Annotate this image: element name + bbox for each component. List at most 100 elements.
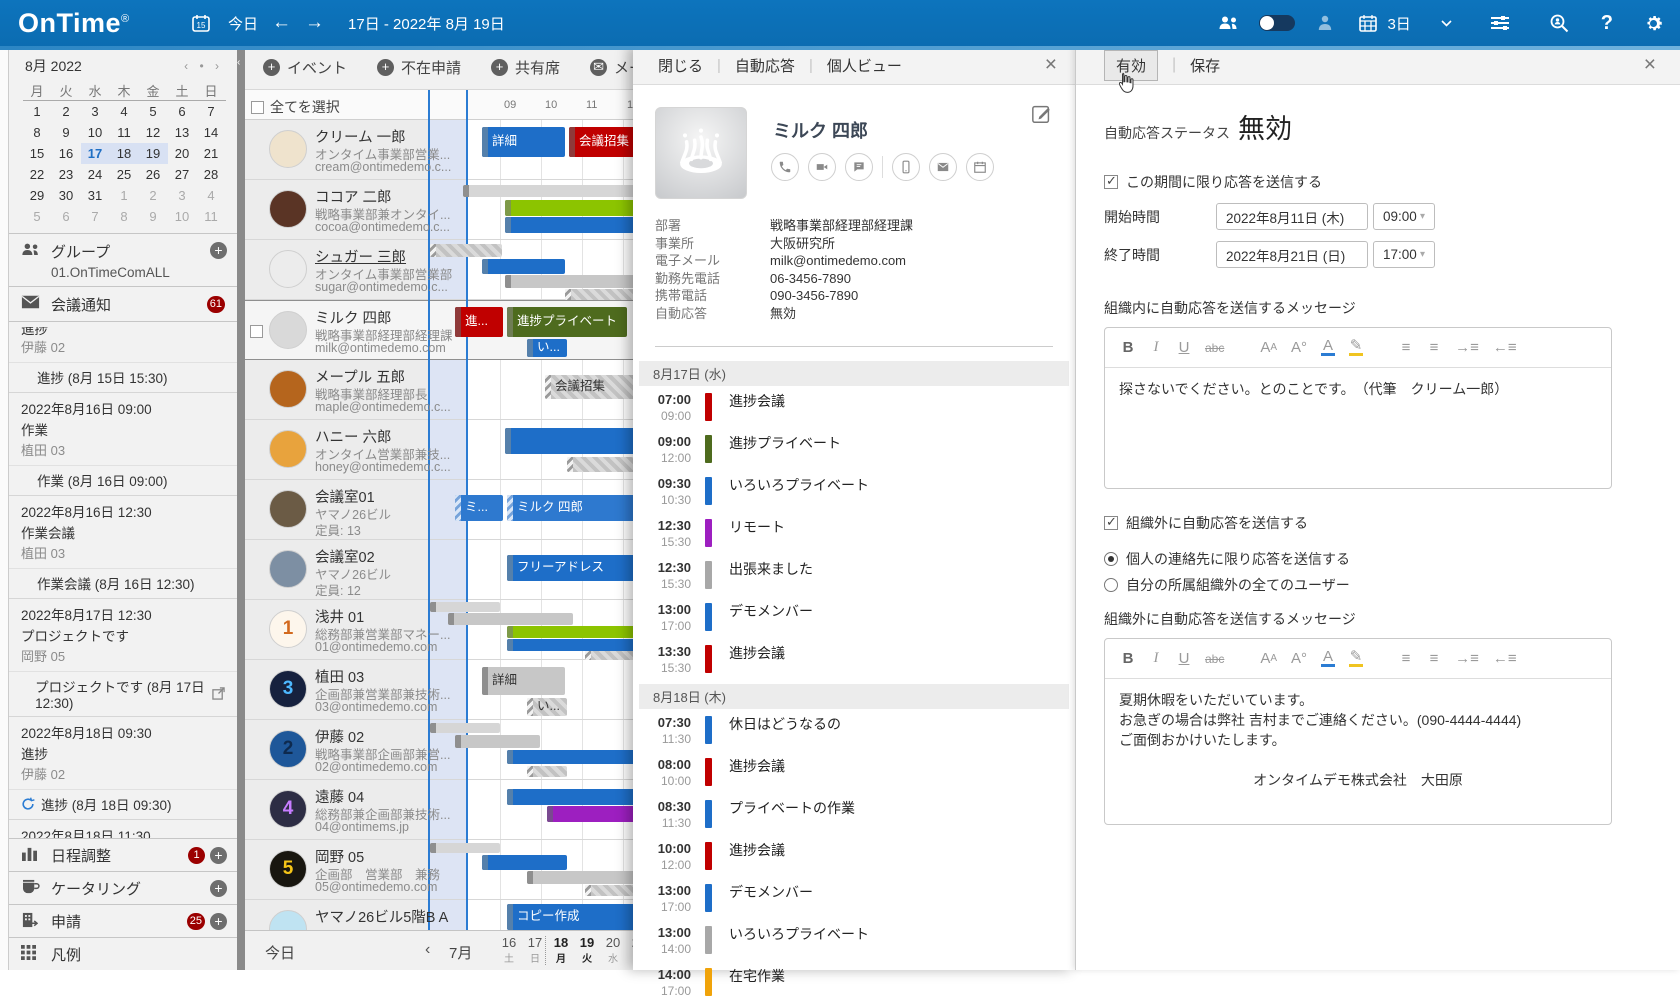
footer-day[interactable]: 19火 (574, 935, 600, 965)
footer-day[interactable]: 16土 (496, 935, 522, 965)
external-checkbox[interactable] (1104, 516, 1118, 530)
mini-calendar-day[interactable]: 15 (23, 143, 52, 164)
external-link-icon[interactable] (212, 687, 225, 700)
mini-calendar-day[interactable]: 14 (197, 122, 226, 143)
schedule-item[interactable]: 09:0012:00進捗プライベート (647, 432, 1075, 474)
schedule-item[interactable]: 13:0017:00デモメンバー (647, 881, 1075, 923)
schedule-item[interactable]: 08:0010:00進捗会議 (647, 755, 1075, 797)
period-checkbox[interactable] (1104, 175, 1118, 189)
notification-response[interactable]: プロジェクトです (8月 17日 12:30) (9, 672, 237, 717)
mini-calendar-day[interactable]: 10 (168, 206, 197, 227)
mini-calendar-day[interactable]: 2 (139, 185, 168, 206)
schedule-item[interactable]: 13:0014:00いろいろプライベート (647, 923, 1075, 965)
mini-calendar-day[interactable]: 5 (23, 206, 52, 227)
event-bar[interactable] (430, 723, 500, 733)
schedule-item[interactable]: 08:3011:30プライベートの作業 (647, 797, 1075, 839)
mini-calendar-day[interactable]: 16 (52, 143, 81, 164)
mini-calendar-day[interactable]: 2 (52, 101, 81, 122)
calendar-icon[interactable] (966, 153, 994, 181)
edit-profile-icon[interactable] (1031, 103, 1053, 125)
toolbar-button-イベント[interactable]: +イベント (263, 57, 347, 78)
add-group-button[interactable]: + (210, 242, 227, 259)
mini-calendar-day[interactable]: 1 (23, 101, 52, 122)
numbered-list-icon[interactable]: ≡ (1427, 650, 1441, 667)
footer-day[interactable]: 18月 (548, 935, 574, 965)
swimlane-settings-icon[interactable] (1487, 10, 1513, 36)
next-range-arrow-icon[interactable]: → (305, 12, 324, 34)
italic-icon[interactable]: I (1149, 650, 1163, 667)
mini-calendar-day[interactable]: 4 (110, 101, 139, 122)
outdent-icon[interactable]: ←≡ (1493, 339, 1517, 356)
event-bar[interactable] (482, 259, 565, 274)
mini-calendar-day[interactable]: 3 (168, 185, 197, 206)
notification-response[interactable]: 作業会議 (8月 16日 12:30) (9, 569, 237, 599)
mini-calendar-day[interactable]: 10 (81, 122, 110, 143)
mini-calendar-day[interactable]: 12 (139, 122, 168, 143)
notification-item[interactable]: 2022年8月16日 12:30作業会議植田 03 (9, 496, 237, 569)
chevron-down-icon[interactable] (1434, 10, 1460, 36)
mini-calendar-day[interactable]: 6 (168, 101, 197, 122)
underline-icon[interactable]: U (1177, 650, 1191, 667)
sidebar-item-ケータリング[interactable]: ケータリング+ (9, 871, 237, 904)
strikethrough-icon[interactable]: abc (1205, 341, 1224, 355)
group-view-icon[interactable] (1216, 10, 1242, 36)
mini-calendar-day[interactable]: 11 (197, 206, 226, 227)
mini-calendar-day[interactable]: 23 (52, 164, 81, 185)
font-size-icon[interactable]: AA (1260, 650, 1277, 667)
row-checkbox[interactable] (250, 325, 263, 338)
mini-calendar-day[interactable]: 29 (23, 185, 52, 206)
font-scale-icon[interactable]: A° (1291, 650, 1307, 667)
highlight-icon[interactable]: ✎ (1349, 650, 1363, 667)
font-size-icon[interactable]: AA (1260, 339, 1277, 356)
mini-calendar-day[interactable]: 27 (168, 164, 197, 185)
mini-calendar-day[interactable]: 7 (197, 101, 226, 122)
notification-response[interactable]: 作業 (8月 16日 09:00) (9, 466, 237, 496)
help-icon[interactable]: ? (1601, 12, 1613, 35)
mini-calendar-day[interactable]: 4 (197, 185, 226, 206)
mini-calendar-day[interactable]: 1 (110, 185, 139, 206)
schedule-item[interactable]: 14:0017:00在宅作業 (647, 965, 1075, 1007)
tab-自動応答[interactable]: 自動応答 (721, 55, 809, 76)
end-date-input[interactable]: 2022年8月21日 (日) (1216, 241, 1368, 268)
notification-item[interactable]: 2022年8月17日 12:30プロジェクトです岡野 05 (9, 599, 237, 672)
schedule-item[interactable]: 12:3015:30出張来ました (647, 558, 1075, 600)
calendar-view-icon[interactable] (1355, 10, 1381, 36)
notification-item[interactable]: 進捗伊藤 02 (9, 322, 237, 363)
bullet-list-icon[interactable]: ≡ (1399, 650, 1413, 667)
mini-calendar-day[interactable]: 31 (81, 185, 110, 206)
schedule-item[interactable]: 13:3015:30進捗会議 (647, 642, 1075, 684)
font-color-icon[interactable]: A (1321, 339, 1335, 356)
period-check-row[interactable]: この期間に限り応答を送信する (1104, 172, 1680, 192)
sidebar-item-日程調整[interactable]: 日程調整1+ (9, 838, 237, 871)
select-all[interactable]: 全てを選択 (251, 97, 340, 117)
mini-calendar-day[interactable]: 13 (168, 122, 197, 143)
mini-calendar-day[interactable]: 28 (197, 164, 226, 185)
underline-icon[interactable]: U (1177, 339, 1191, 356)
mini-calendar-nav[interactable]: ‹ • › (184, 59, 223, 73)
radio-contacts-only[interactable] (1104, 552, 1118, 566)
schedule-item[interactable]: 13:0017:00デモメンバー (647, 600, 1075, 642)
bullet-list-icon[interactable]: ≡ (1399, 339, 1413, 356)
search-icon[interactable] (1546, 10, 1572, 36)
mini-calendar-day[interactable]: 7 (81, 206, 110, 227)
mini-calendar-day[interactable]: 11 (110, 122, 139, 143)
video-icon[interactable] (808, 153, 836, 181)
add-日程調整-button[interactable]: + (210, 847, 227, 864)
event-bar[interactable] (430, 244, 502, 257)
start-date-input[interactable]: 2022年8月11日 (木) (1216, 203, 1368, 230)
schedule-item[interactable]: 09:3010:30いろいろプライベート (647, 474, 1075, 516)
row-person-name[interactable]: ヤマノ26ビル5階B A (315, 906, 448, 927)
mini-calendar-day[interactable]: 9 (139, 206, 168, 227)
highlight-icon[interactable]: ✎ (1349, 339, 1363, 356)
chat-icon[interactable] (845, 153, 873, 181)
mini-calendar-day[interactable]: 21 (197, 143, 226, 164)
sidebar-section-meeting-notices[interactable]: 会議通知 61 (9, 286, 237, 321)
add-申請-button[interactable]: + (210, 913, 227, 930)
mini-calendar-day[interactable]: 25 (110, 164, 139, 185)
font-scale-icon[interactable]: A° (1291, 339, 1307, 356)
prev-range-arrow-icon[interactable]: ← (272, 12, 291, 34)
event-bar[interactable] (482, 855, 567, 870)
start-time-select[interactable]: 09:00▾ (1373, 203, 1435, 230)
schedule-item[interactable]: 10:0012:00進捗会議 (647, 839, 1075, 881)
mini-calendar-day[interactable]: 8 (110, 206, 139, 227)
